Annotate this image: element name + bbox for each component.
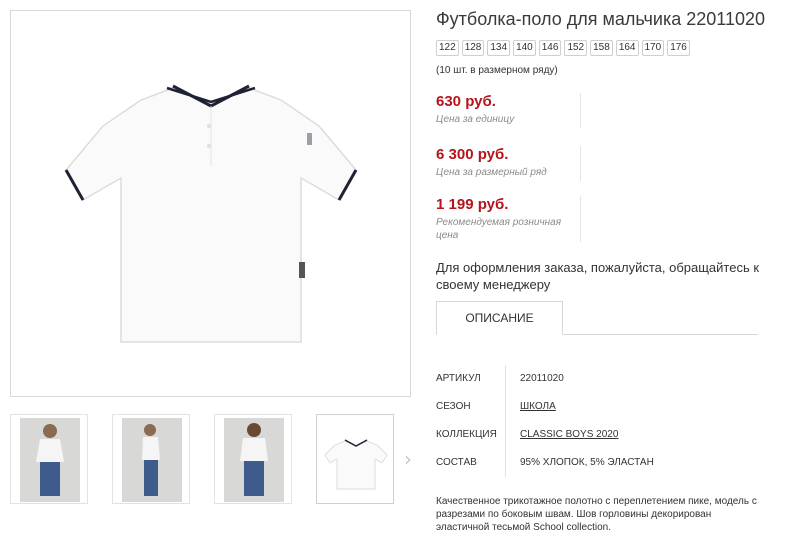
size-option[interactable]: 170 (641, 40, 665, 56)
retail-price: 1 199 руб. (436, 196, 509, 213)
size-run-price: 6 300 руб. (436, 146, 509, 163)
size-option[interactable]: 134 (487, 40, 511, 56)
size-option[interactable]: 122 (436, 40, 459, 56)
retail-price-block: 1 199 руб. Рекомендуемая розничная цена (436, 196, 581, 242)
thumbnail-boy-front[interactable] (10, 414, 88, 504)
size-run-price-label: Цена за размерный ряд (436, 167, 547, 178)
size-option[interactable]: 158 (590, 40, 613, 56)
size-option[interactable]: 140 (513, 40, 536, 56)
spec-key: СЕЗОН (436, 401, 471, 412)
season-link[interactable]: ШКОЛА (520, 401, 556, 412)
collection-link[interactable]: CLASSIC BOYS 2020 (520, 429, 618, 440)
thumbnail-polo-flat[interactable] (316, 414, 394, 504)
sizes-note: (10 шт. в размерном ряду) (436, 65, 558, 76)
main-product-image[interactable] (10, 10, 411, 397)
tab-description[interactable]: ОПИСАНИЕ (436, 301, 563, 335)
thumbnail-strip (10, 414, 420, 504)
spec-key: СОСТАВ (436, 457, 477, 468)
unit-price-label: Цена за единицу (436, 114, 515, 125)
retail-price-label: Рекомендуемая розничная цена (436, 217, 562, 241)
spec-value: 95% ХЛОПОК, 5% ЭЛАСТАН (520, 457, 654, 468)
unit-price-block: 630 руб. Цена за единицу (436, 93, 581, 128)
size-option[interactable]: 152 (564, 40, 588, 56)
product-tabs: ОПИСАНИЕ (436, 301, 758, 335)
thumbnail-boy-back[interactable] (214, 414, 292, 504)
size-option[interactable]: 128 (461, 40, 485, 56)
spec-value: 22011020 (520, 373, 564, 384)
polo-shirt-image (64, 84, 358, 343)
spec-key: АРТИКУЛ (436, 373, 481, 384)
order-contact-note: Для оформления заказа, пожалуйста, обращ… (436, 260, 760, 292)
size-list: 122 128 134 140 146 152 158 164 170 176 (436, 40, 690, 56)
unit-price: 630 руб. (436, 93, 496, 110)
size-run-price-block: 6 300 руб. Цена за размерный ряд (436, 146, 581, 181)
size-option[interactable]: 176 (667, 40, 690, 56)
product-title: Футболка-поло для мальчика 22011020 (436, 9, 765, 29)
thumbnail-boy-side[interactable] (112, 414, 190, 504)
specs-divider (505, 365, 506, 477)
chevron-right-icon[interactable]: › (404, 447, 412, 471)
spec-key: КОЛЛЕКЦИЯ (436, 429, 497, 440)
product-description: Качественное трикотажное полотно с переп… (436, 496, 757, 533)
size-option[interactable]: 146 (538, 40, 562, 56)
size-option[interactable]: 164 (615, 40, 639, 56)
